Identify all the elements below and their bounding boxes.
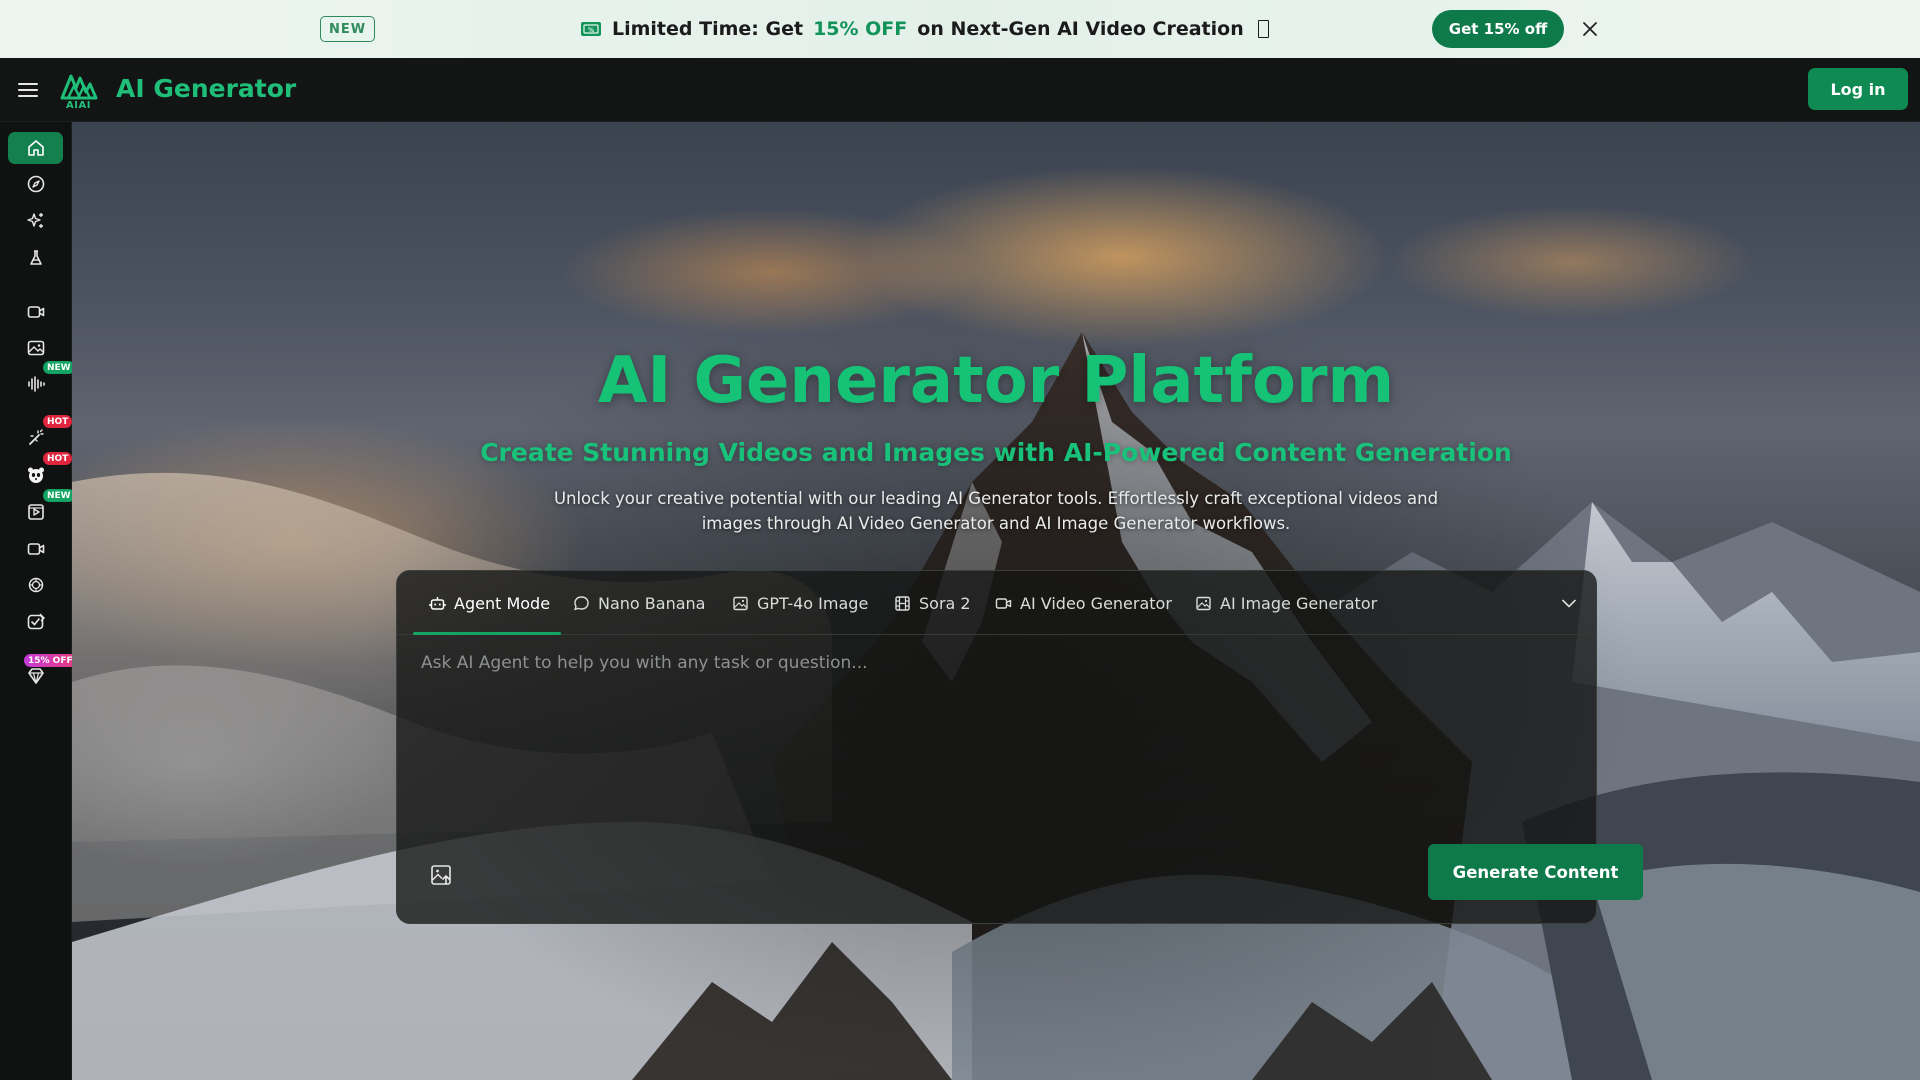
sidebar-item-camera[interactable] <box>8 533 63 565</box>
missing-glyph-icon <box>1257 20 1269 38</box>
login-button[interactable]: Log in <box>1808 68 1908 110</box>
tab-label: GPT-4o Image <box>757 593 869 613</box>
sidebar-item-create[interactable] <box>8 205 63 237</box>
audio-wave-icon <box>27 376 45 392</box>
tab-label: AI Image Generator <box>1220 593 1378 613</box>
tab-ai-image-generator[interactable]: AI Image Generator <box>1195 571 1377 635</box>
film-icon <box>895 595 910 611</box>
hot-badge: HOT <box>43 415 73 428</box>
promo-new-badge: NEW <box>320 16 376 42</box>
image-icon <box>27 340 44 356</box>
active-tab-indicator <box>413 632 561 635</box>
sidebar-item-video-effects[interactable]: NEW <box>8 489 75 528</box>
tab-nano-banana[interactable]: Nano Banana <box>573 571 705 635</box>
sidebar: NEW HOT HOT NEW 15% OFF <box>0 122 77 1080</box>
sidebar-item-lab[interactable] <box>8 242 63 274</box>
image-icon <box>733 596 748 610</box>
logo-subtext: AIAI <box>66 100 91 111</box>
tab-label: Nano Banana <box>598 593 706 613</box>
hero-description: Unlock your creative potential with our … <box>553 489 1439 533</box>
panda-icon <box>27 467 44 483</box>
promo-cta-button[interactable]: Get 15% off <box>1432 10 1564 48</box>
edit-image-icon <box>27 613 45 630</box>
new-badge: NEW <box>43 361 75 374</box>
sparkles-icon <box>26 213 43 228</box>
discount-badge: 15% OFF <box>24 654 77 667</box>
svg-text:%: % <box>588 27 594 34</box>
top-navigation-bar: AIAI AI Generator Log in <box>0 58 1920 122</box>
generate-content-button[interactable]: Generate Content <box>1428 844 1643 900</box>
magic-wand-icon <box>28 429 44 445</box>
tab-sora-2[interactable]: Sora 2 <box>894 571 971 635</box>
new-badge: NEW <box>43 489 75 502</box>
tab-agent-mode[interactable]: Agent Mode <box>429 571 550 635</box>
chevron-down-icon[interactable] <box>1557 591 1581 615</box>
sidebar-item-panda[interactable]: HOT <box>8 452 73 491</box>
sidebar-item-edit[interactable] <box>8 606 63 638</box>
sidebar-item-openai[interactable] <box>8 569 63 601</box>
home-icon <box>27 140 44 156</box>
generator-panel: Agent Mode Nano Banana GPT-4o Image Sora… <box>396 570 1643 924</box>
close-icon[interactable] <box>1578 17 1602 41</box>
sidebar-item-video[interactable] <box>8 296 63 328</box>
flask-icon <box>29 250 42 265</box>
sidebar-item-effects[interactable]: HOT <box>8 415 73 454</box>
coupon-icon: % <box>581 22 601 36</box>
chat-bubble-icon <box>574 595 589 610</box>
promo-banner: NEW % Limited Time: Get 15% OFF on Next-… <box>0 0 1920 58</box>
video-play-icon <box>27 504 44 520</box>
openai-icon <box>28 577 43 593</box>
sidebar-item-home[interactable] <box>8 132 63 164</box>
tab-label: Agent Mode <box>454 593 551 613</box>
promo-text-prefix: Limited Time: Get <box>612 18 804 40</box>
sidebar-item-audio[interactable]: NEW <box>8 361 75 400</box>
hero-title: AI Generator Platform <box>597 344 1395 418</box>
hamburger-menu-icon[interactable] <box>16 78 40 102</box>
video-icon <box>995 597 1012 609</box>
tab-ai-video-generator[interactable]: AI Video Generator <box>995 571 1172 635</box>
hero-subtitle: Create Stunning Videos and Images with A… <box>480 438 1512 467</box>
tab-label: AI Video Generator <box>1020 593 1172 613</box>
sidebar-item-pricing[interactable]: 15% OFF <box>8 654 77 692</box>
promo-text-highlight: 15% OFF <box>813 18 908 40</box>
sidebar-item-explore[interactable] <box>8 168 63 200</box>
tab-gpt-4o-image[interactable]: GPT-4o Image <box>732 571 868 635</box>
camera-icon <box>27 543 44 555</box>
hero-section: AI Generator Platform Create Stunning Vi… <box>72 122 1920 1080</box>
prompt-input[interactable] <box>421 653 1571 803</box>
image-icon <box>1196 596 1211 610</box>
video-icon <box>27 306 44 318</box>
tab-label: Sora 2 <box>919 593 971 613</box>
hot-badge: HOT <box>43 452 73 465</box>
sidebar-item-image[interactable] <box>8 332 63 364</box>
brand-name[interactable]: AI Generator <box>116 74 296 103</box>
promo-message: % Limited Time: Get 15% OFF on Next-Gen … <box>580 15 1269 43</box>
robot-icon <box>429 596 446 610</box>
upload-image-icon[interactable] <box>427 861 455 889</box>
generator-tabs: Agent Mode Nano Banana GPT-4o Image Sora… <box>397 571 1596 635</box>
promo-text-suffix: on Next-Gen AI Video Creation <box>917 18 1244 40</box>
compass-icon <box>27 175 44 193</box>
diamond-icon <box>27 668 44 684</box>
